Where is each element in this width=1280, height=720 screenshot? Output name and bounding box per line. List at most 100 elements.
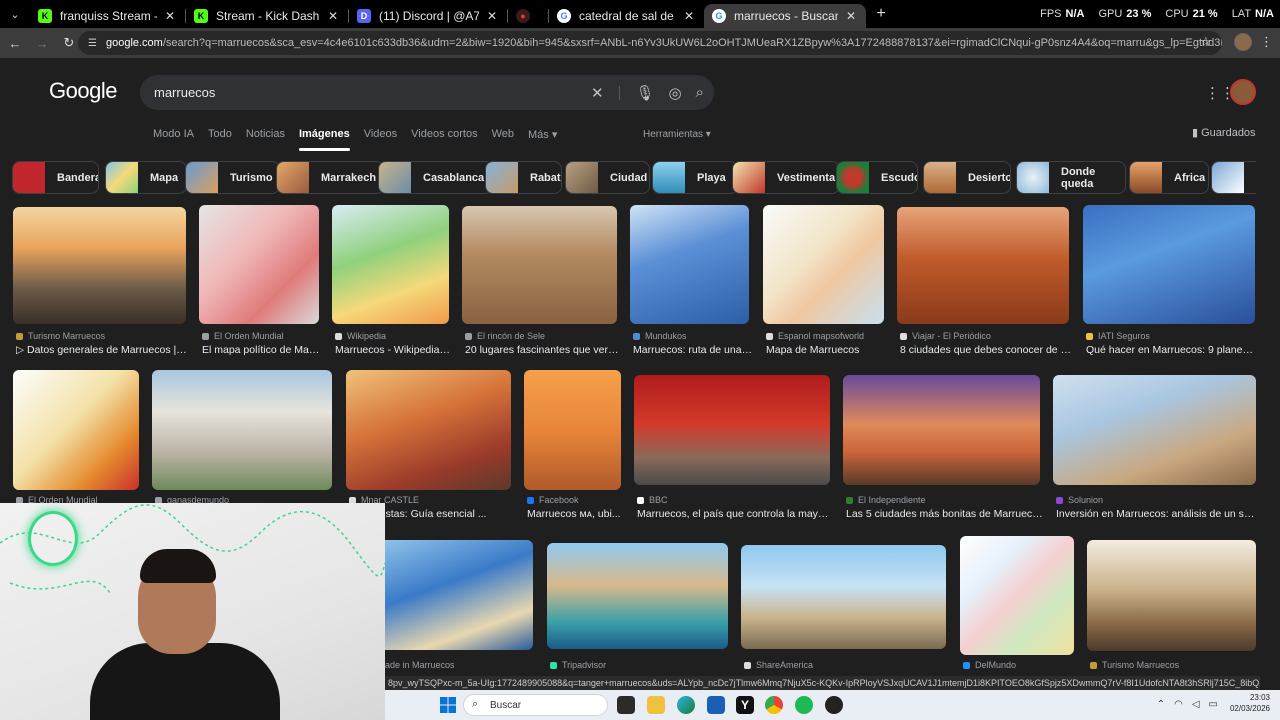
browser-menu-icon[interactable]: ⋮ [1260, 34, 1273, 50]
filter-mas[interactable]: Más ▾ [528, 128, 557, 141]
chip-ciudad[interactable]: Ciudad [565, 161, 650, 194]
result-thumbnail[interactable] [634, 375, 830, 485]
chrome-browser-icon[interactable] [765, 696, 783, 714]
result-thumbnail[interactable] [630, 205, 749, 324]
new-tab-button[interactable]: + [870, 3, 892, 25]
result-caption[interactable]: 8 ciudades que debes conocer de M... [900, 344, 1072, 356]
filter-todo[interactable]: Todo [208, 128, 232, 141]
result-thumbnail[interactable] [152, 370, 332, 490]
result-caption[interactable]: Mapa de Marruecos [766, 344, 887, 356]
result-thumbnail[interactable] [960, 536, 1074, 655]
windows-start-icon[interactable] [440, 697, 456, 713]
address-bar[interactable]: ☰ google.com /search?q=marruecos&sca_esv… [78, 31, 1222, 55]
close-icon[interactable]: ✕ [326, 9, 340, 23]
chip-africa[interactable]: Africa [1129, 161, 1209, 194]
result-thumbnail[interactable] [462, 206, 617, 324]
result-caption[interactable]: Las 5 ciudades más bonitas de Marruecos.… [846, 508, 1043, 520]
tab-pinned-record[interactable]: ● ✕ [508, 4, 548, 28]
tab-kick-dashboard[interactable]: K Stream - Kick Dashboard ✕ [186, 4, 348, 28]
chip-rabat[interactable]: Rabat [485, 161, 562, 194]
taskbar-search[interactable]: ⌕ Buscar [463, 694, 608, 716]
spotify-app-icon[interactable] [795, 696, 813, 714]
result-thumbnail[interactable] [547, 543, 728, 649]
result-thumbnail[interactable] [332, 205, 449, 324]
chip-desierto[interactable]: Desierto [923, 161, 1011, 194]
chip-bandera[interactable]: Bandera [12, 161, 99, 194]
filter-modo-ia[interactable]: Modo IA [153, 128, 194, 141]
tab-franquiss-stream[interactable]: K franquiss Stream - Watch Live o ✕ [30, 4, 185, 28]
tab-search-button[interactable]: ⌄ [4, 3, 26, 25]
result-caption[interactable]: Marruecos: ruta de una ... [633, 344, 753, 356]
tools-dropdown[interactable]: Herramientas ▾ [643, 129, 711, 140]
filter-imagenes[interactable]: Imágenes [298, 128, 350, 151]
result-caption[interactable]: Marruecos, el país que controla la mayor… [637, 508, 833, 520]
yandex-app-icon[interactable]: Y [736, 696, 754, 714]
result-caption[interactable]: El mapa político de Marr... [202, 344, 322, 356]
result-thumbnail[interactable] [524, 370, 621, 490]
result-thumbnail[interactable] [1087, 540, 1256, 651]
chip-mapa[interactable]: Mapa [105, 161, 187, 194]
result-thumbnail[interactable] [1053, 375, 1256, 485]
google-logo[interactable]: Google [49, 78, 117, 104]
result-caption[interactable]: Inversión en Marruecos: análisis de un s… [1056, 508, 1256, 520]
chip-donde-queda[interactable]: Donde queda [1016, 161, 1126, 194]
microphone-icon[interactable]: 🎙 [635, 84, 654, 102]
forward-arrow-icon[interactable]: → [30, 31, 54, 55]
result-thumbnail[interactable] [13, 370, 139, 490]
result-thumbnail[interactable] [1083, 205, 1255, 324]
chip-casablanca[interactable]: Casablanca [378, 161, 493, 194]
search-box[interactable]: marruecos ✕ | 🎙 ◎ ⌕ [140, 75, 714, 110]
close-icon[interactable]: ✕ [163, 9, 177, 23]
result-thumbnail[interactable] [199, 205, 319, 324]
result-thumbnail[interactable] [346, 370, 511, 490]
saved-button[interactable]: ▮ Guardados [1192, 126, 1256, 139]
profile-avatar-icon[interactable] [1234, 33, 1252, 51]
obs-app-icon[interactable] [825, 696, 843, 714]
result-thumbnail[interactable] [741, 545, 946, 649]
account-avatar[interactable] [1230, 79, 1256, 105]
filter-web[interactable]: Web [492, 128, 514, 141]
result-caption[interactable]: 20 lugares fascinantes que ver e... [465, 344, 620, 356]
result-thumbnail[interactable] [897, 207, 1069, 324]
result-caption[interactable]: Marruecos ᴍᴀ, ubi... [527, 508, 624, 520]
result-thumbnail[interactable] [385, 540, 533, 650]
clock[interactable]: 23:03 02/03/2026 [1230, 692, 1270, 714]
result-caption[interactable]: ▷ Datos generales de Marruecos | T... [16, 344, 188, 356]
lens-camera-icon[interactable]: ◎ [669, 84, 682, 102]
chip-turismo[interactable]: Turismo [185, 161, 280, 194]
close-icon[interactable]: ✕ [485, 9, 499, 23]
filter-noticias[interactable]: Noticias [246, 128, 285, 141]
wifi-icon[interactable]: ◠ [1174, 699, 1183, 710]
search-icon[interactable]: ⌕ [696, 84, 704, 101]
chevron-up-icon[interactable]: ⌃ [1157, 699, 1165, 710]
tab-discord[interactable]: D (11) Discord | @A7VA ✕ [349, 4, 507, 28]
store-app-icon[interactable] [707, 696, 725, 714]
chip-playa[interactable]: Playa [652, 161, 738, 194]
chip-more[interactable]: T [1211, 161, 1256, 194]
back-arrow-icon[interactable]: ← [3, 31, 27, 55]
file-explorer-icon[interactable] [647, 696, 665, 714]
tab-catedral-de-sal[interactable]: G catedral de sal de zipaquirá - B ✕ [549, 4, 704, 28]
close-icon[interactable]: ✕ [544, 9, 548, 23]
tab-marruecos-search[interactable]: G marruecos - Buscar con Google ✕ [704, 4, 866, 28]
chip-escudo[interactable]: Escudo [836, 161, 918, 194]
site-info-icon[interactable]: ☰ [88, 38, 97, 49]
close-icon[interactable]: ✕ [844, 9, 858, 23]
result-thumbnail[interactable] [843, 375, 1040, 485]
battery-icon[interactable]: ▭ [1209, 699, 1218, 710]
close-icon[interactable]: ✕ [682, 9, 696, 23]
clear-icon[interactable]: ✕ [591, 84, 604, 102]
edge-browser-icon[interactable] [677, 696, 695, 714]
bookmark-star-icon[interactable]: ☆ [1200, 34, 1212, 50]
chip-vestimenta[interactable]: Vestimenta [732, 161, 840, 194]
result-caption[interactable]: Qué hacer en Marruecos: 9 planes q... [1086, 344, 1258, 356]
filter-videos-cortos[interactable]: Videos cortos [411, 128, 477, 141]
result-caption[interactable]: Marruecos - Wikipedia, ... [335, 344, 451, 356]
chip-marrakech[interactable]: Marrakech [276, 161, 384, 194]
terminal-app-icon[interactable] [617, 696, 635, 714]
search-input[interactable]: marruecos [154, 85, 215, 100]
result-thumbnail[interactable] [13, 207, 186, 324]
speaker-icon[interactable]: ◁ [1192, 699, 1200, 710]
filter-videos[interactable]: Videos [364, 128, 397, 141]
result-thumbnail[interactable] [763, 205, 884, 324]
